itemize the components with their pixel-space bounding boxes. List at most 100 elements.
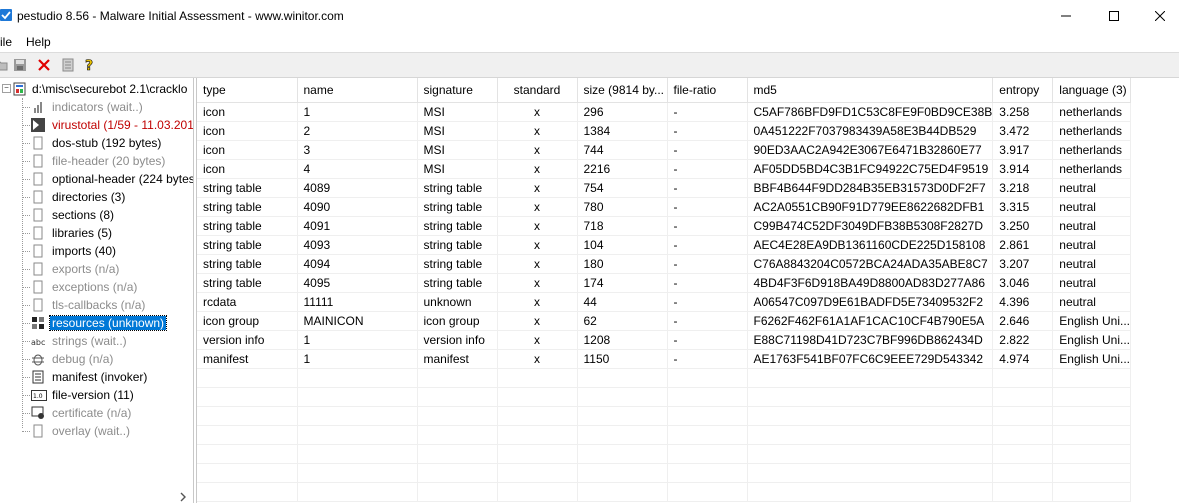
table-cell: 4 (297, 159, 418, 179)
column-header-5[interactable]: file-ratio (667, 78, 748, 103)
menu-bar: ile Help (0, 32, 1179, 53)
open-file-button[interactable] (0, 57, 10, 73)
tree-item-exceptions[interactable]: exceptions (n/a) (0, 278, 193, 296)
page-icon (31, 244, 45, 258)
table-cell: 11111 (297, 292, 418, 312)
tree-connector (22, 323, 30, 324)
table-row[interactable]: icon 1 MSI x 296- C5AF786BFD9FD1C53C8FE9F0BD9… (197, 102, 1131, 122)
column-header-3[interactable]: standard (497, 78, 578, 103)
tree-item-imports[interactable]: imports (40) (0, 242, 193, 260)
table-cell: - (667, 178, 748, 198)
table-row[interactable]: string table 4093 string table x 104- AEC4E28… (197, 235, 1131, 255)
table-cell: x (497, 140, 578, 160)
table-cell: MAINICON (297, 311, 418, 331)
tree-item-sections[interactable]: sections (8) (0, 206, 193, 224)
empty-cell (497, 425, 578, 445)
table-row[interactable]: string table 4089 string table x 754- BBF4B64… (197, 178, 1131, 198)
table-row[interactable]: version info 1 version info x 1208- E88C71198… (197, 330, 1131, 350)
window-title: pestudio 8.56 - Malware Initial Assessme… (17, 9, 344, 23)
empty-cell (577, 463, 668, 483)
column-header-7[interactable]: entropy (992, 78, 1054, 103)
table-cell: x (497, 121, 578, 141)
table-cell: icon (197, 102, 298, 122)
save-button[interactable] (12, 57, 28, 73)
close-button[interactable] (1137, 0, 1179, 32)
column-header-2[interactable]: signature (417, 78, 498, 103)
tree-item-dos-stub[interactable]: dos-stub (192 bytes) (0, 134, 193, 152)
help-button[interactable]: ? (82, 57, 98, 73)
table-row[interactable]: rcdata 11111 unknown x 44- A06547C097D9E61BAD… (197, 292, 1131, 312)
table-cell: E88C71198D41D723C7BF996DB862434D (747, 330, 994, 350)
column-header-0[interactable]: type (197, 78, 298, 103)
maximize-button[interactable] (1091, 0, 1137, 32)
tree-item-debug[interactable]: debug (n/a) (0, 350, 193, 368)
tree-item-manifest[interactable]: manifest (invoker) (0, 368, 193, 386)
tree-item-label: optional-header (224 bytes (52, 172, 194, 186)
empty-cell (992, 425, 1054, 445)
tree-horizontal-scrollbar[interactable] (0, 491, 193, 503)
tree-item-certificate[interactable]: certificate (n/a) (0, 404, 193, 422)
page-icon (31, 154, 45, 168)
table-cell: AC2A0551CB90F91D779EE8622682DFB1 (747, 197, 994, 217)
table-cell: English Uni... (1052, 349, 1131, 369)
table-cell: 3.472 (992, 121, 1054, 141)
list-button[interactable] (60, 57, 76, 73)
table-cell: string table (197, 235, 298, 255)
table-cell: string table (417, 216, 498, 236)
table-row[interactable]: manifest 1 manifest x 1150- AE1763F541BF07FC6… (197, 349, 1131, 369)
tree-item-exports[interactable]: exports (n/a) (0, 260, 193, 278)
tree-item-resources[interactable]: resources (unknown) (0, 314, 193, 332)
collapse-toggle[interactable]: − (2, 84, 11, 93)
tree-item-file-header[interactable]: file-header (20 bytes) (0, 152, 193, 170)
table-cell: x (497, 292, 578, 312)
column-header-4[interactable]: size (9814 by... (577, 78, 668, 103)
empty-cell (297, 463, 418, 483)
minimize-button[interactable] (1043, 0, 1089, 32)
column-header-1[interactable]: name (297, 78, 418, 103)
tree-item-tls-callbacks[interactable]: tls-callbacks (n/a) (0, 296, 193, 314)
table-cell: string table (417, 273, 498, 293)
table-row[interactable]: string table 4090 string table x 780- AC2A055… (197, 197, 1131, 217)
tree-item-file-version[interactable]: 1.0 file-version (11) (0, 386, 193, 404)
tree-item-indicators[interactable]: indicators (wait..) (0, 98, 193, 116)
table-cell: - (667, 273, 748, 293)
table-cell: 1150 (577, 349, 668, 369)
table-cell: manifest (417, 349, 498, 369)
table-row[interactable]: string table 4091 string table x 718- C99B474… (197, 216, 1131, 236)
table-cell: - (667, 197, 748, 217)
tree-item-strings[interactable]: abc strings (wait..) (0, 332, 193, 350)
menu-file[interactable]: ile (0, 35, 12, 49)
table-cell: - (667, 216, 748, 236)
table-cell: 44 (577, 292, 668, 312)
tree-item-label: imports (40) (52, 244, 117, 258)
tree-item-directories[interactable]: directories (3) (0, 188, 193, 206)
tree-root-label: d:\misc\securebot 2.1\cracklo (32, 82, 188, 96)
column-header-6[interactable]: md5 (747, 78, 994, 103)
table-row[interactable]: icon 4 MSI x 2216- AF05DD5BD4C3B1FC94922C75ED… (197, 159, 1131, 179)
table-row[interactable]: icon 2 MSI x 1384-0A451222F7037983439A58E3B4… (197, 121, 1131, 141)
tree-connector (22, 143, 30, 144)
table-row[interactable]: icon group MAINICON icon group x 62- F6262F46… (197, 311, 1131, 331)
minimize-icon (1061, 15, 1071, 17)
tree-connector (22, 197, 30, 198)
empty-cell (1052, 406, 1131, 426)
table-row[interactable]: string table 4094 string table x 180- C76A884… (197, 254, 1131, 274)
table-row[interactable]: icon 3 MSI x 744-90ED3AAC2A942E3067E6471B328… (197, 140, 1131, 160)
column-header-8[interactable]: language (3) (1052, 78, 1131, 103)
table-cell: netherlands (1052, 140, 1131, 160)
table-cell: - (667, 235, 748, 255)
tree-item-label: virustotal (1/59 - 11.03.201 (52, 118, 194, 132)
tree-item-overlay[interactable]: overlay (wait..) (0, 422, 193, 440)
table-cell: 1 (297, 102, 418, 122)
certificate-icon (31, 406, 45, 420)
delete-button[interactable] (36, 57, 52, 73)
tree-item-label: resources (unknown) (48, 315, 168, 331)
tree-item-virustotal[interactable]: virustotal (1/59 - 11.03.201 (0, 116, 193, 134)
table-cell: 2.646 (992, 311, 1054, 331)
tree-item-libraries[interactable]: libraries (5) (0, 224, 193, 242)
empty-cell (667, 368, 748, 388)
table-row[interactable]: string table 4095 string table x 174-4BD4F3F… (197, 273, 1131, 293)
tree-root-file[interactable]: − d:\misc\securebot 2.1\cracklo (0, 80, 193, 98)
tree-item-optional-header[interactable]: optional-header (224 bytes (0, 170, 193, 188)
menu-help[interactable]: Help (26, 35, 51, 49)
